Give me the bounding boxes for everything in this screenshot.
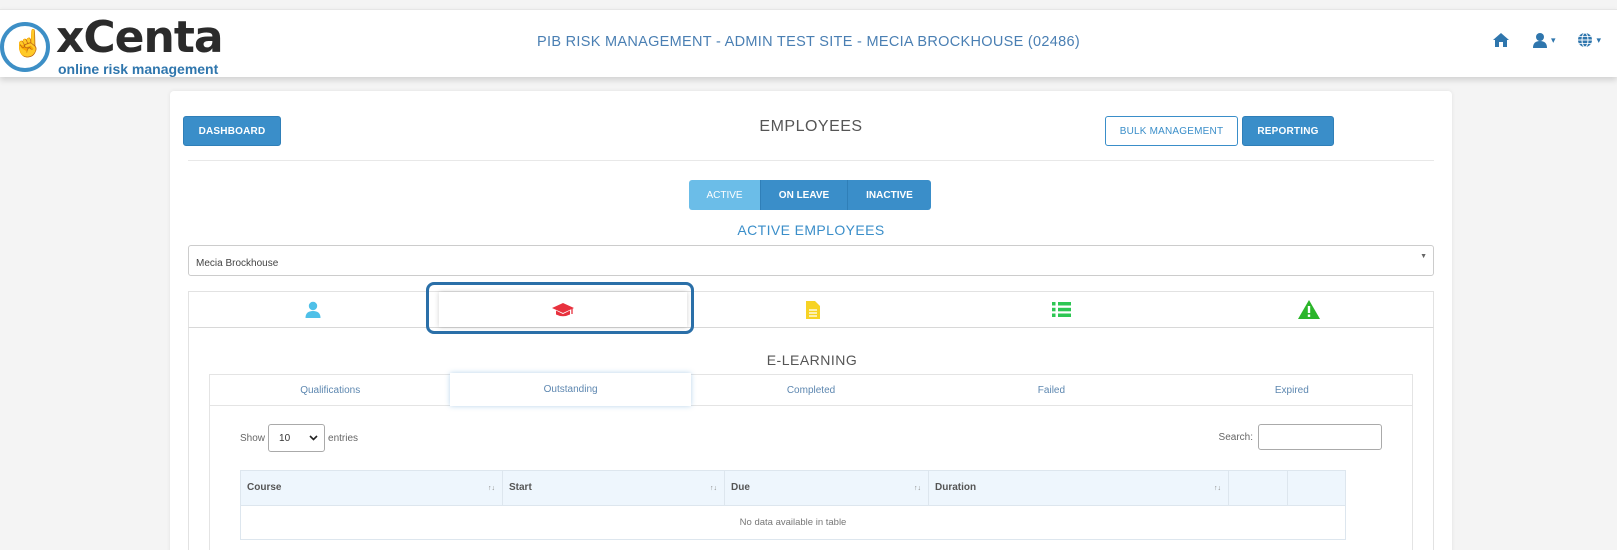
elearning-subtabs: Qualifications Outstanding Completed Fai… — [209, 373, 1413, 406]
section-title-bar: ACTIVE EMPLOYEES — [170, 222, 1452, 238]
show-label: Show — [240, 432, 266, 444]
column-label: Start — [509, 482, 532, 493]
elearning-title: E-LEARNING — [766, 352, 858, 368]
chevron-down-icon: ▾ — [1596, 34, 1601, 45]
subtab-expired[interactable]: Expired — [1172, 375, 1412, 405]
graduation-cap-icon — [552, 302, 574, 316]
list-icon — [1051, 302, 1071, 317]
column-label: Due — [731, 482, 750, 493]
employees-card: DASHBOARD EMPLOYEES BULK MANAGEMENT REPO… — [170, 91, 1452, 550]
empty-table-row: No data available in table — [241, 505, 1345, 539]
logo-subtitle: online risk management — [58, 61, 219, 77]
dashboard-button[interactable]: DASHBOARD — [183, 116, 281, 146]
subtab-failed[interactable]: Failed — [931, 375, 1171, 405]
sort-icon: ↑↓ — [488, 485, 495, 492]
language-menu-button[interactable]: ▾ — [1577, 32, 1601, 48]
top-navbar: ☝ xCenta online risk management PIB RISK… — [0, 9, 1617, 77]
tab-active[interactable]: ACTIVE — [689, 180, 761, 210]
user-icon — [305, 301, 321, 318]
column-header-action-1 — [1229, 471, 1288, 505]
sort-icon: ↑↓ — [710, 485, 717, 492]
subtab-completed[interactable]: Completed — [691, 375, 931, 405]
table-search: Search: — [1219, 424, 1382, 450]
site-title: PIB RISK MANAGEMENT - ADMIN TEST SITE - … — [537, 34, 1080, 50]
search-label: Search: — [1218, 431, 1253, 443]
entries-label: entries — [328, 432, 359, 444]
user-icon — [1532, 33, 1547, 48]
home-button[interactable] — [1492, 32, 1510, 48]
table-container: Show 10 entries Search: Course ↑↓ Start ↑↓ — [209, 406, 1413, 550]
nav-icons: ▾ ▾ — [1492, 32, 1601, 48]
tab-risk-warnings[interactable] — [1185, 292, 1433, 327]
subtab-qualifications[interactable]: Qualifications — [210, 375, 450, 405]
employee-select-value: Mecia Brockhouse — [196, 258, 279, 269]
site-title-bar: PIB RISK MANAGEMENT - ADMIN TEST SITE - … — [0, 34, 1617, 50]
tab-documents[interactable] — [689, 292, 937, 327]
tab-on-leave[interactable]: ON LEAVE — [761, 180, 848, 210]
warning-icon — [1298, 300, 1320, 319]
pointing-hand-icon: ☝ — [12, 28, 45, 58]
logo-name: xCenta — [56, 12, 224, 63]
courses-table: Course↑↓ Start↑↓ Due↑↓ Duration↑↓ No — [240, 470, 1346, 540]
tab-profile[interactable] — [189, 292, 437, 327]
elearning-panel: E-LEARNING Qualifications Outstanding Co… — [188, 328, 1434, 550]
entries-select[interactable]: 10 — [268, 424, 326, 452]
chevron-down-icon: ▾ — [1550, 34, 1556, 45]
search-input[interactable] — [1258, 424, 1382, 450]
document-icon — [806, 300, 820, 319]
entries-select-value: 10 — [279, 432, 291, 444]
chevron-down-icon — [309, 435, 318, 441]
column-header-due[interactable]: Due ↑↓ — [725, 471, 929, 505]
entries-length-control: Show 10 entries — [240, 424, 358, 452]
status-segmented-control: ACTIVE ON LEAVE INACTIVE — [689, 180, 931, 210]
bulk-management-button[interactable]: BULK MANAGEMENT — [1105, 116, 1238, 146]
table-header: Course ↑↓ Start ↑↓ Due ↑↓ Duration ↑↓ — [241, 471, 1345, 505]
sort-icon: ↑↓ — [1214, 485, 1221, 492]
column-header-course[interactable]: Course ↑↓ — [241, 471, 503, 505]
employee-select[interactable]: Mecia Brockhouse ▼ — [188, 245, 1434, 276]
tab-elearning[interactable] — [439, 292, 687, 327]
home-icon — [1492, 33, 1509, 47]
column-header-start[interactable]: Start ↑↓ — [503, 471, 725, 505]
tab-inactive[interactable]: INACTIVE — [848, 180, 931, 210]
column-header-duration[interactable]: Duration ↑↓ — [929, 471, 1229, 505]
caret-down-icon: ▼ — [1420, 253, 1427, 260]
subtab-outstanding[interactable]: Outstanding — [450, 373, 691, 406]
empty-table-message: No data available in table — [739, 517, 847, 528]
column-header-action-2 — [1288, 471, 1345, 505]
elearning-title-bar: E-LEARNING — [189, 352, 1435, 368]
column-label: Course — [247, 482, 282, 493]
globe-icon — [1578, 32, 1593, 48]
page-title: EMPLOYEES — [759, 118, 863, 135]
sort-icon: ↑↓ — [914, 485, 921, 492]
xcenta-logo[interactable]: ☝ xCenta online risk management — [0, 12, 230, 77]
tab-list[interactable] — [937, 292, 1185, 327]
employee-detail-tabs — [188, 291, 1434, 328]
column-label: Duration — [935, 482, 977, 493]
user-menu-button[interactable]: ▾ — [1532, 32, 1556, 48]
reporting-button[interactable]: REPORTING — [1242, 116, 1334, 146]
divider — [188, 160, 1434, 161]
section-title: ACTIVE EMPLOYEES — [737, 222, 885, 238]
